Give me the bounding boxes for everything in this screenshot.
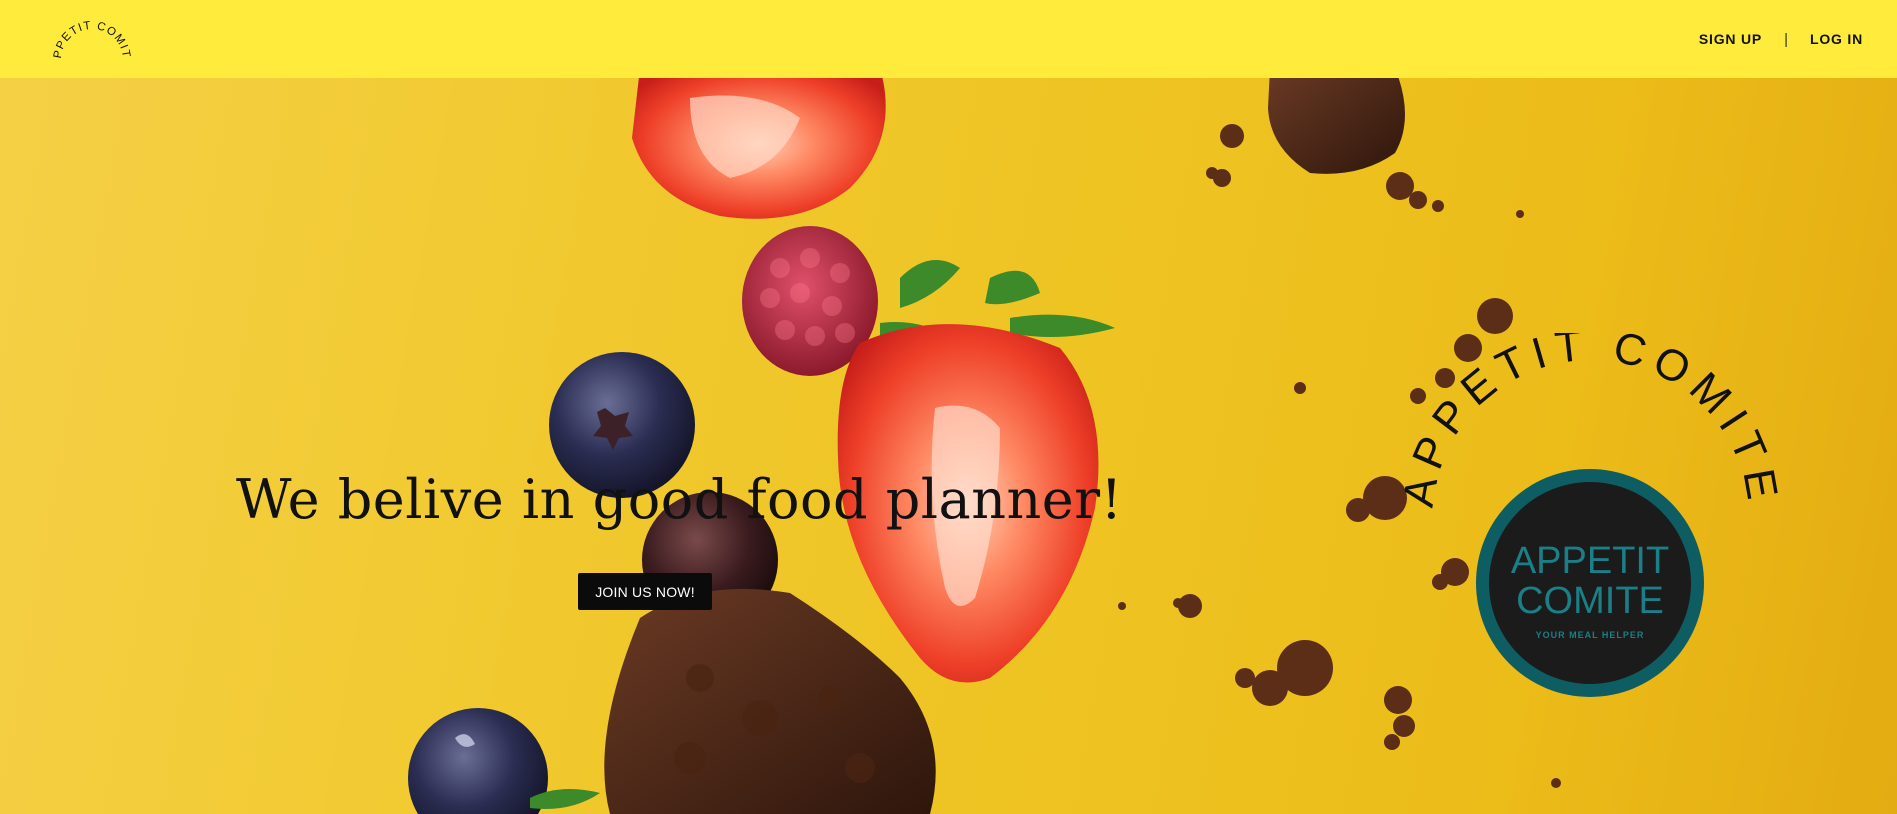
log-in-link[interactable]: LOG IN xyxy=(1810,31,1863,47)
blueberry-lower-image xyxy=(408,708,600,814)
site-header: APPETIT COMITE SIGN UP | LOG IN xyxy=(0,0,1897,78)
brownie-top-image xyxy=(1268,78,1405,174)
sign-up-link[interactable]: SIGN UP xyxy=(1699,31,1762,47)
nav-separator: | xyxy=(1784,30,1788,48)
join-us-button[interactable]: JOIN US NOW! xyxy=(578,573,712,610)
emblem-line-1: APPETIT xyxy=(1511,540,1669,582)
brand-emblem: APPETIT COMITE APPETIT COMITE YOUR MEAL … xyxy=(1400,333,1780,697)
logo-text: APPETIT COMITE xyxy=(52,10,131,59)
brownie-image xyxy=(604,588,936,814)
svg-text:APPETIT COMITE: APPETIT COMITE xyxy=(52,10,132,59)
hero-section: We belive in good food planner! JOIN US … xyxy=(0,78,1897,814)
header-logo[interactable]: APPETIT COMITE xyxy=(52,10,132,70)
header-nav: SIGN UP | LOG IN xyxy=(1699,0,1863,78)
logo-arc-mark: APPETIT COMITE xyxy=(52,10,132,59)
emblem-tagline: YOUR MEAL HELPER xyxy=(1536,630,1645,640)
strawberry-top-image xyxy=(632,78,886,219)
emblem-line-2: COMITE xyxy=(1516,580,1664,622)
hero-headline: We belive in good food planner! xyxy=(236,468,1123,531)
brand-badge: APPETIT COMITE APPETIT COMITE YOUR MEAL … xyxy=(1400,333,1780,733)
